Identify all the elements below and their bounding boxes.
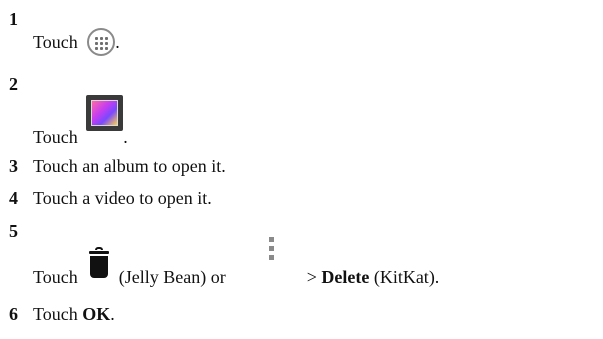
step-5: 5 Touch (Jelly Bean) or > Delete (KitKat… bbox=[0, 222, 600, 302]
step-text: Touch an album to open it. bbox=[33, 156, 226, 176]
step-number: 3 bbox=[9, 156, 18, 176]
step-number: 5 bbox=[9, 221, 18, 241]
step-number: 1 bbox=[9, 9, 18, 29]
step-number: 4 bbox=[9, 188, 18, 208]
step-1: 1 Touch . bbox=[0, 0, 600, 56]
step-text-sep: > bbox=[306, 267, 317, 287]
step-6: 6 Touch OK. bbox=[0, 304, 600, 335]
trash-icon bbox=[88, 247, 110, 279]
step-text: Touch (Jelly Bean) or > Delete (KitKat). bbox=[33, 237, 439, 287]
step-number: 6 bbox=[9, 304, 18, 324]
step-3: 3 Touch an album to open it. bbox=[0, 156, 600, 187]
step-text: Touch OK. bbox=[33, 304, 115, 324]
step-2: 2 Touch . bbox=[0, 70, 600, 147]
gallery-icon bbox=[86, 95, 124, 131]
step-text: Touch . bbox=[33, 93, 128, 147]
step-text-after: . bbox=[123, 127, 128, 147]
step-text-before: Touch bbox=[33, 267, 78, 287]
step-text-before: Touch bbox=[33, 304, 78, 324]
step-text: Touch . bbox=[33, 24, 120, 56]
step-text-after: . bbox=[110, 304, 115, 324]
step-text-before: Touch bbox=[33, 127, 78, 147]
step-4: 4 Touch a video to open it. bbox=[0, 188, 600, 219]
overflow-menu-icon bbox=[266, 237, 276, 265]
step-text-mid: (Jelly Bean) or bbox=[118, 267, 226, 287]
ok-label: OK bbox=[82, 304, 111, 324]
delete-label: Delete bbox=[321, 267, 370, 287]
step-number: 2 bbox=[9, 74, 18, 94]
step-text-after: . bbox=[115, 32, 120, 52]
step-text-before: Touch bbox=[33, 32, 78, 52]
apps-icon bbox=[87, 28, 116, 56]
step-text: Touch a video to open it. bbox=[33, 188, 212, 208]
step-text-after: (KitKat). bbox=[373, 267, 440, 287]
